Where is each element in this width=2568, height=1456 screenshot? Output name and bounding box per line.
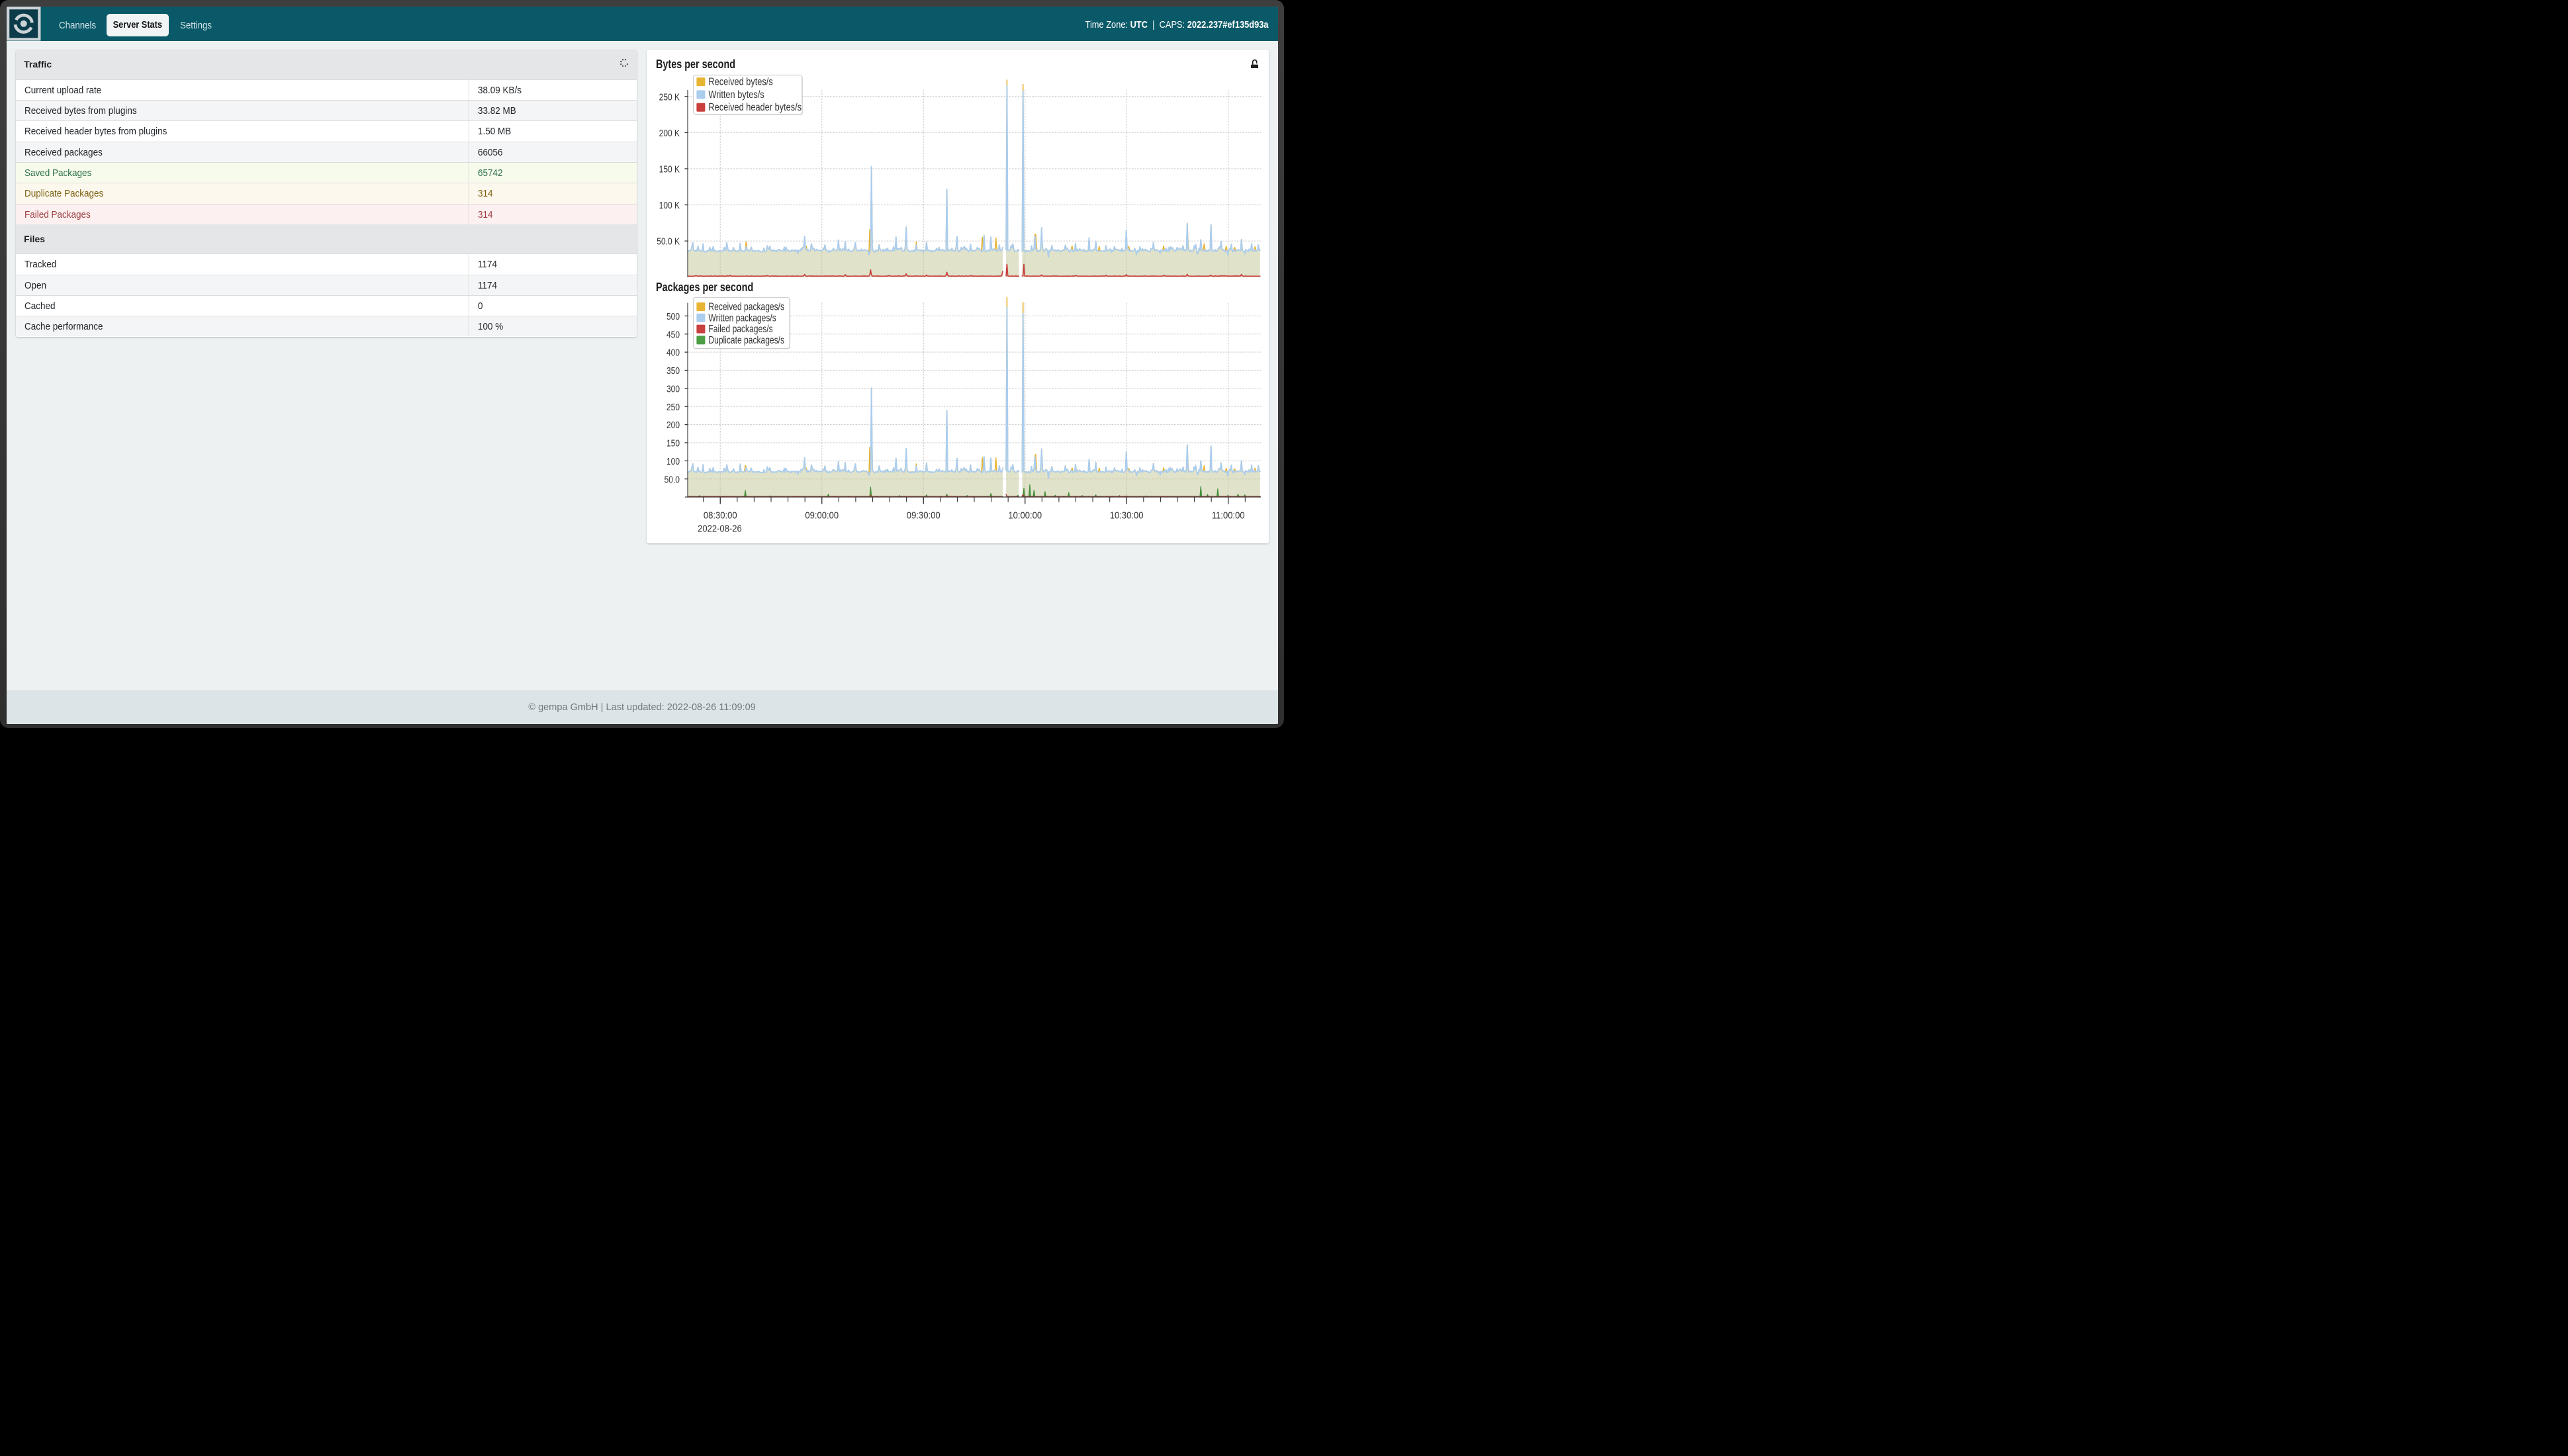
svg-text:250: 250 [666, 402, 680, 413]
svg-text:50.0: 50.0 [665, 474, 680, 485]
svg-text:Written bytes/s: Written bytes/s [708, 89, 764, 101]
svg-text:08:30:00: 08:30:00 [704, 510, 737, 521]
svg-text:150: 150 [666, 437, 680, 449]
svg-text:400: 400 [666, 347, 680, 358]
svg-text:250 K: 250 K [659, 91, 680, 103]
svg-text:Received bytes/s: Received bytes/s [708, 76, 772, 88]
svg-text:Received packages/s: Received packages/s [708, 301, 784, 313]
svg-text:50.0 K: 50.0 K [657, 236, 680, 247]
svg-text:Duplicate packages/s: Duplicate packages/s [708, 334, 784, 346]
svg-text:Failed packages/s: Failed packages/s [708, 324, 772, 336]
svg-text:2022-08-26: 2022-08-26 [698, 523, 742, 534]
svg-text:11:00:00: 11:00:00 [1212, 510, 1245, 521]
svg-text:09:30:00: 09:30:00 [907, 510, 940, 521]
svg-text:100 K: 100 K [659, 200, 680, 211]
svg-text:200: 200 [666, 420, 680, 431]
svg-text:100: 100 [666, 456, 680, 467]
svg-text:09:00:00: 09:00:00 [805, 510, 839, 521]
svg-text:10:00:00: 10:00:00 [1008, 510, 1042, 521]
svg-text:150 K: 150 K [659, 163, 680, 175]
svg-text:200 K: 200 K [659, 128, 680, 139]
svg-text:450: 450 [666, 329, 680, 340]
svg-text:500: 500 [666, 311, 680, 322]
svg-text:350: 350 [666, 365, 680, 377]
svg-text:Written packages/s: Written packages/s [708, 312, 776, 324]
svg-text:Received header bytes/s: Received header bytes/s [708, 102, 802, 114]
svg-text:10:30:00: 10:30:00 [1110, 510, 1144, 521]
svg-text:300: 300 [666, 383, 680, 394]
